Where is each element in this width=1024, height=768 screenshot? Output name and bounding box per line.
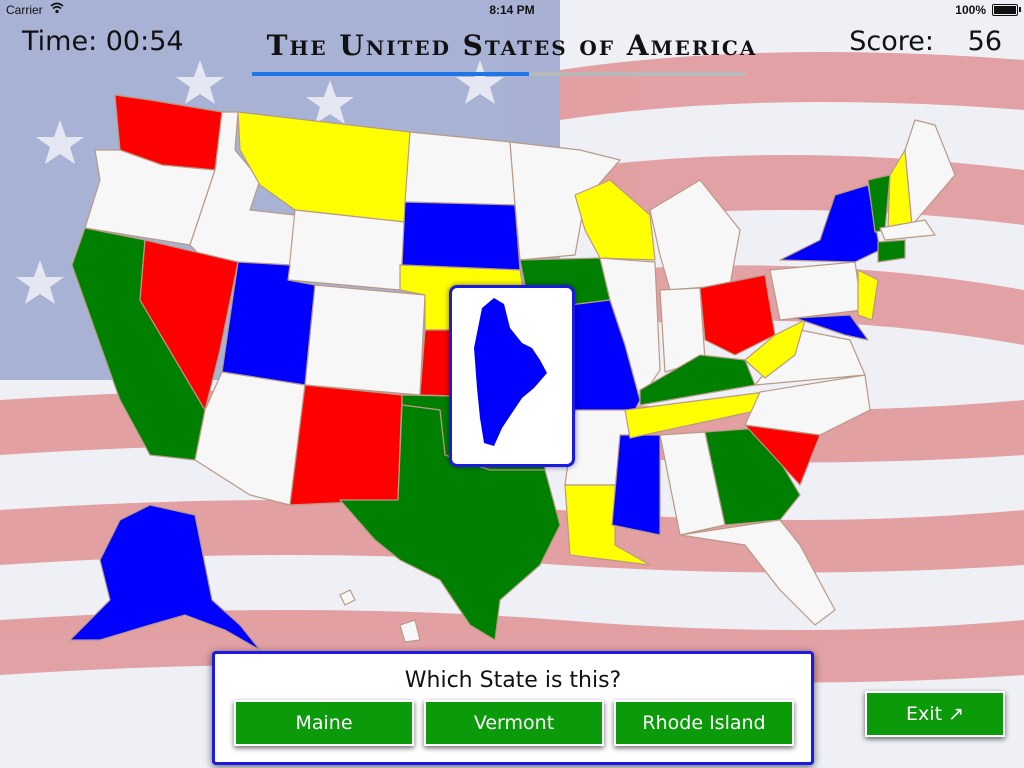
exit-label: Exit xyxy=(906,703,943,725)
state-michigan[interactable] xyxy=(649,179,741,291)
state-ohio[interactable] xyxy=(699,274,776,356)
state-arizona[interactable] xyxy=(194,371,306,506)
state-south-dakota[interactable] xyxy=(401,201,521,271)
state-new-york[interactable] xyxy=(779,184,881,263)
state-alaska[interactable] xyxy=(69,504,261,651)
state-montana[interactable] xyxy=(237,111,411,223)
state-hawaii[interactable] xyxy=(339,589,356,606)
state-maine[interactable] xyxy=(904,119,956,226)
state-silhouette xyxy=(474,298,547,446)
answer-button-2[interactable]: Vermont xyxy=(424,700,604,746)
state-colorado[interactable] xyxy=(304,284,426,396)
state-hawaii-island[interactable] xyxy=(399,619,421,643)
arrow-up-right-icon: ↗ xyxy=(948,703,964,725)
state-new-jersey[interactable] xyxy=(857,269,879,321)
state-wisconsin[interactable] xyxy=(574,179,656,261)
question-panel: Which State is this? Maine Vermont Rhode… xyxy=(212,651,814,765)
state-florida[interactable] xyxy=(679,519,836,626)
state-mississippi[interactable] xyxy=(611,434,661,536)
answer-button-3[interactable]: Rhode Island xyxy=(614,700,794,746)
question-prompt: Which State is this? xyxy=(404,668,622,693)
state-wyoming[interactable] xyxy=(287,209,406,291)
state-north-dakota[interactable] xyxy=(404,131,516,206)
state-new-mexico[interactable] xyxy=(289,384,403,506)
exit-button[interactable]: Exit ↗ xyxy=(865,691,1005,737)
state-silhouette-card xyxy=(449,285,575,467)
state-pennsylvania[interactable] xyxy=(769,261,863,321)
state-connecticut[interactable] xyxy=(877,239,906,263)
answer-button-1[interactable]: Maine xyxy=(234,700,414,746)
